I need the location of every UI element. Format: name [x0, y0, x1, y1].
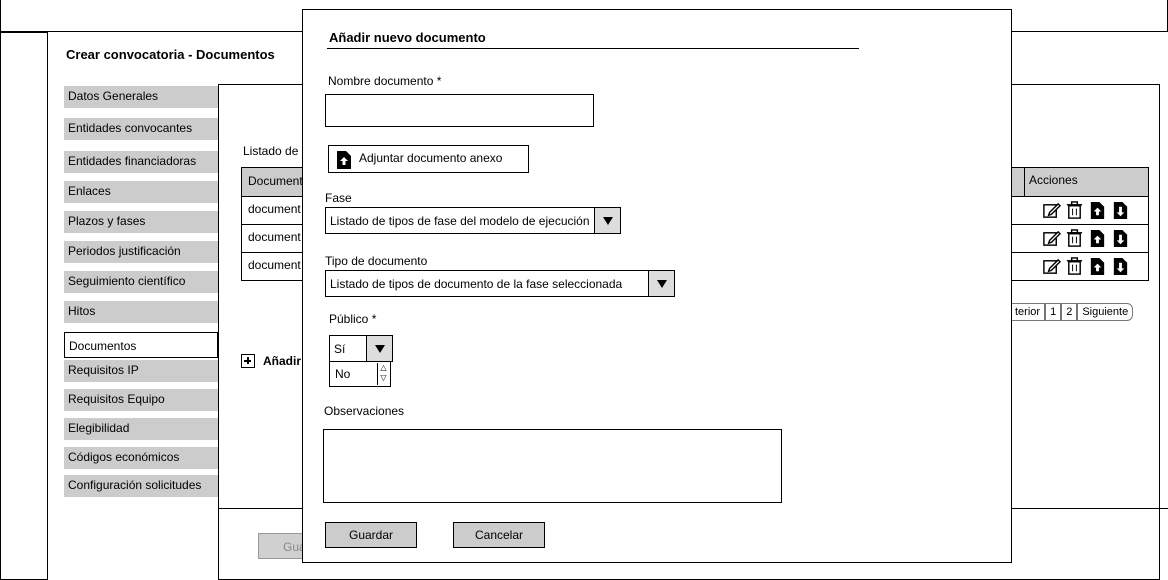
sidebar-item-datos-generales[interactable]: Datos Generales [64, 86, 218, 108]
sidebar-item-documentos[interactable]: Documentos [64, 332, 218, 358]
header-actions: Acciones [1024, 168, 1150, 196]
upload-icon[interactable] [1088, 229, 1107, 248]
tipo-documento-label: Tipo de documento [325, 254, 428, 268]
nombre-label: Nombre documento * [328, 74, 441, 88]
modal-title: Añadir nuevo documento [329, 30, 486, 45]
guardar-button[interactable]: Guardar [325, 522, 417, 548]
sidebar-item-entidades-convocantes[interactable]: Entidades convocantes [64, 118, 218, 140]
required-mark: * [436, 74, 442, 88]
sidebar-item-codigos-economicos[interactable]: Códigos económicos [64, 447, 218, 469]
upload-icon[interactable] [1088, 201, 1107, 220]
publico-options-list[interactable]: No △ ▽ [329, 361, 391, 387]
publico-select[interactable]: Sí [329, 335, 393, 362]
page-title: Crear convocatoria - Documentos [66, 47, 275, 62]
chevron-down-icon [594, 208, 620, 233]
add-document-label: Añadir [263, 354, 302, 368]
pagination-page-1[interactable]: 1 [1045, 303, 1062, 321]
upload-file-icon [337, 151, 351, 169]
row-document-name: document [248, 230, 301, 244]
sidebar-item-requisitos-equipo[interactable]: Requisitos Equipo [64, 389, 218, 411]
fase-select[interactable]: Listado de tipos de fase del modelo de e… [325, 207, 621, 234]
sidebar-item-configuracion-solicitudes[interactable]: Configuración solicitudes [64, 475, 218, 497]
sidebar-item-entidades-financiadoras[interactable]: Entidades financiadoras [64, 151, 218, 173]
observaciones-label: Observaciones [324, 404, 405, 418]
edit-icon[interactable] [1042, 229, 1061, 248]
chevron-down-icon [648, 271, 674, 296]
tipo-documento-select-value: Listado de tipos de documento de la fase… [330, 277, 623, 291]
required-mark: * [371, 312, 377, 326]
nombre-label-text: Nombre documento [328, 74, 434, 88]
publico-select-value: Sí [334, 342, 346, 356]
edit-icon[interactable] [1042, 257, 1061, 276]
plus-icon [241, 354, 255, 368]
sidebar-item-seguimiento-cientifico[interactable]: Seguimiento científico [64, 271, 218, 293]
download-icon[interactable] [1111, 257, 1130, 276]
left-strip [0, 32, 48, 580]
pagination: terior 1 2 Siguiente [1010, 303, 1134, 321]
list-label: Listado de d [243, 144, 309, 158]
upload-icon[interactable] [1088, 257, 1107, 276]
attach-document-label: Adjuntar documento anexo [359, 151, 503, 165]
scrollbar[interactable]: △ ▽ [377, 363, 389, 385]
pagination-prev[interactable]: terior [1010, 303, 1046, 321]
observaciones-textarea[interactable] [323, 429, 782, 503]
trash-icon[interactable] [1065, 201, 1084, 220]
pagination-next[interactable]: Siguiente [1077, 303, 1134, 321]
download-icon[interactable] [1111, 201, 1130, 220]
sidebar-item-plazos-fases[interactable]: Plazos y fases [64, 211, 218, 233]
cancelar-button[interactable]: Cancelar [453, 522, 545, 548]
publico-label: Público * [329, 312, 376, 326]
row-document-name: document [248, 202, 301, 216]
sidebar-item-elegibilidad[interactable]: Elegibilidad [64, 418, 218, 440]
publico-label-text: Público [329, 312, 369, 326]
attach-document-button[interactable]: Adjuntar documento anexo [328, 145, 529, 173]
tipo-documento-select[interactable]: Listado de tipos de documento de la fase… [325, 270, 675, 297]
nombre-documento-input[interactable] [325, 94, 594, 127]
modal-title-underline [327, 48, 859, 49]
trash-icon[interactable] [1065, 257, 1084, 276]
add-document-link[interactable]: Añadir [241, 354, 301, 368]
sidebar-item-hitos[interactable]: Hitos [64, 301, 218, 323]
add-document-modal: Añadir nuevo documento Nombre documento … [302, 9, 1012, 563]
chevron-down-icon [366, 336, 392, 361]
sidebar-item-enlaces[interactable]: Enlaces [64, 181, 218, 203]
trash-icon[interactable] [1065, 229, 1084, 248]
header-documents: Document [248, 174, 303, 188]
publico-option-no[interactable]: No [335, 367, 350, 381]
sidebar-item-requisitos-ip[interactable]: Requisitos IP [64, 360, 218, 382]
pagination-page-2[interactable]: 2 [1061, 303, 1078, 321]
sidebar-item-periodos-justificacion[interactable]: Periodos justificación [64, 241, 218, 263]
fase-label: Fase [325, 191, 352, 205]
fase-select-value: Listado de tipos de fase del modelo de e… [330, 214, 590, 228]
row-document-name: document [248, 258, 301, 272]
edit-icon[interactable] [1042, 201, 1061, 220]
download-icon[interactable] [1111, 229, 1130, 248]
